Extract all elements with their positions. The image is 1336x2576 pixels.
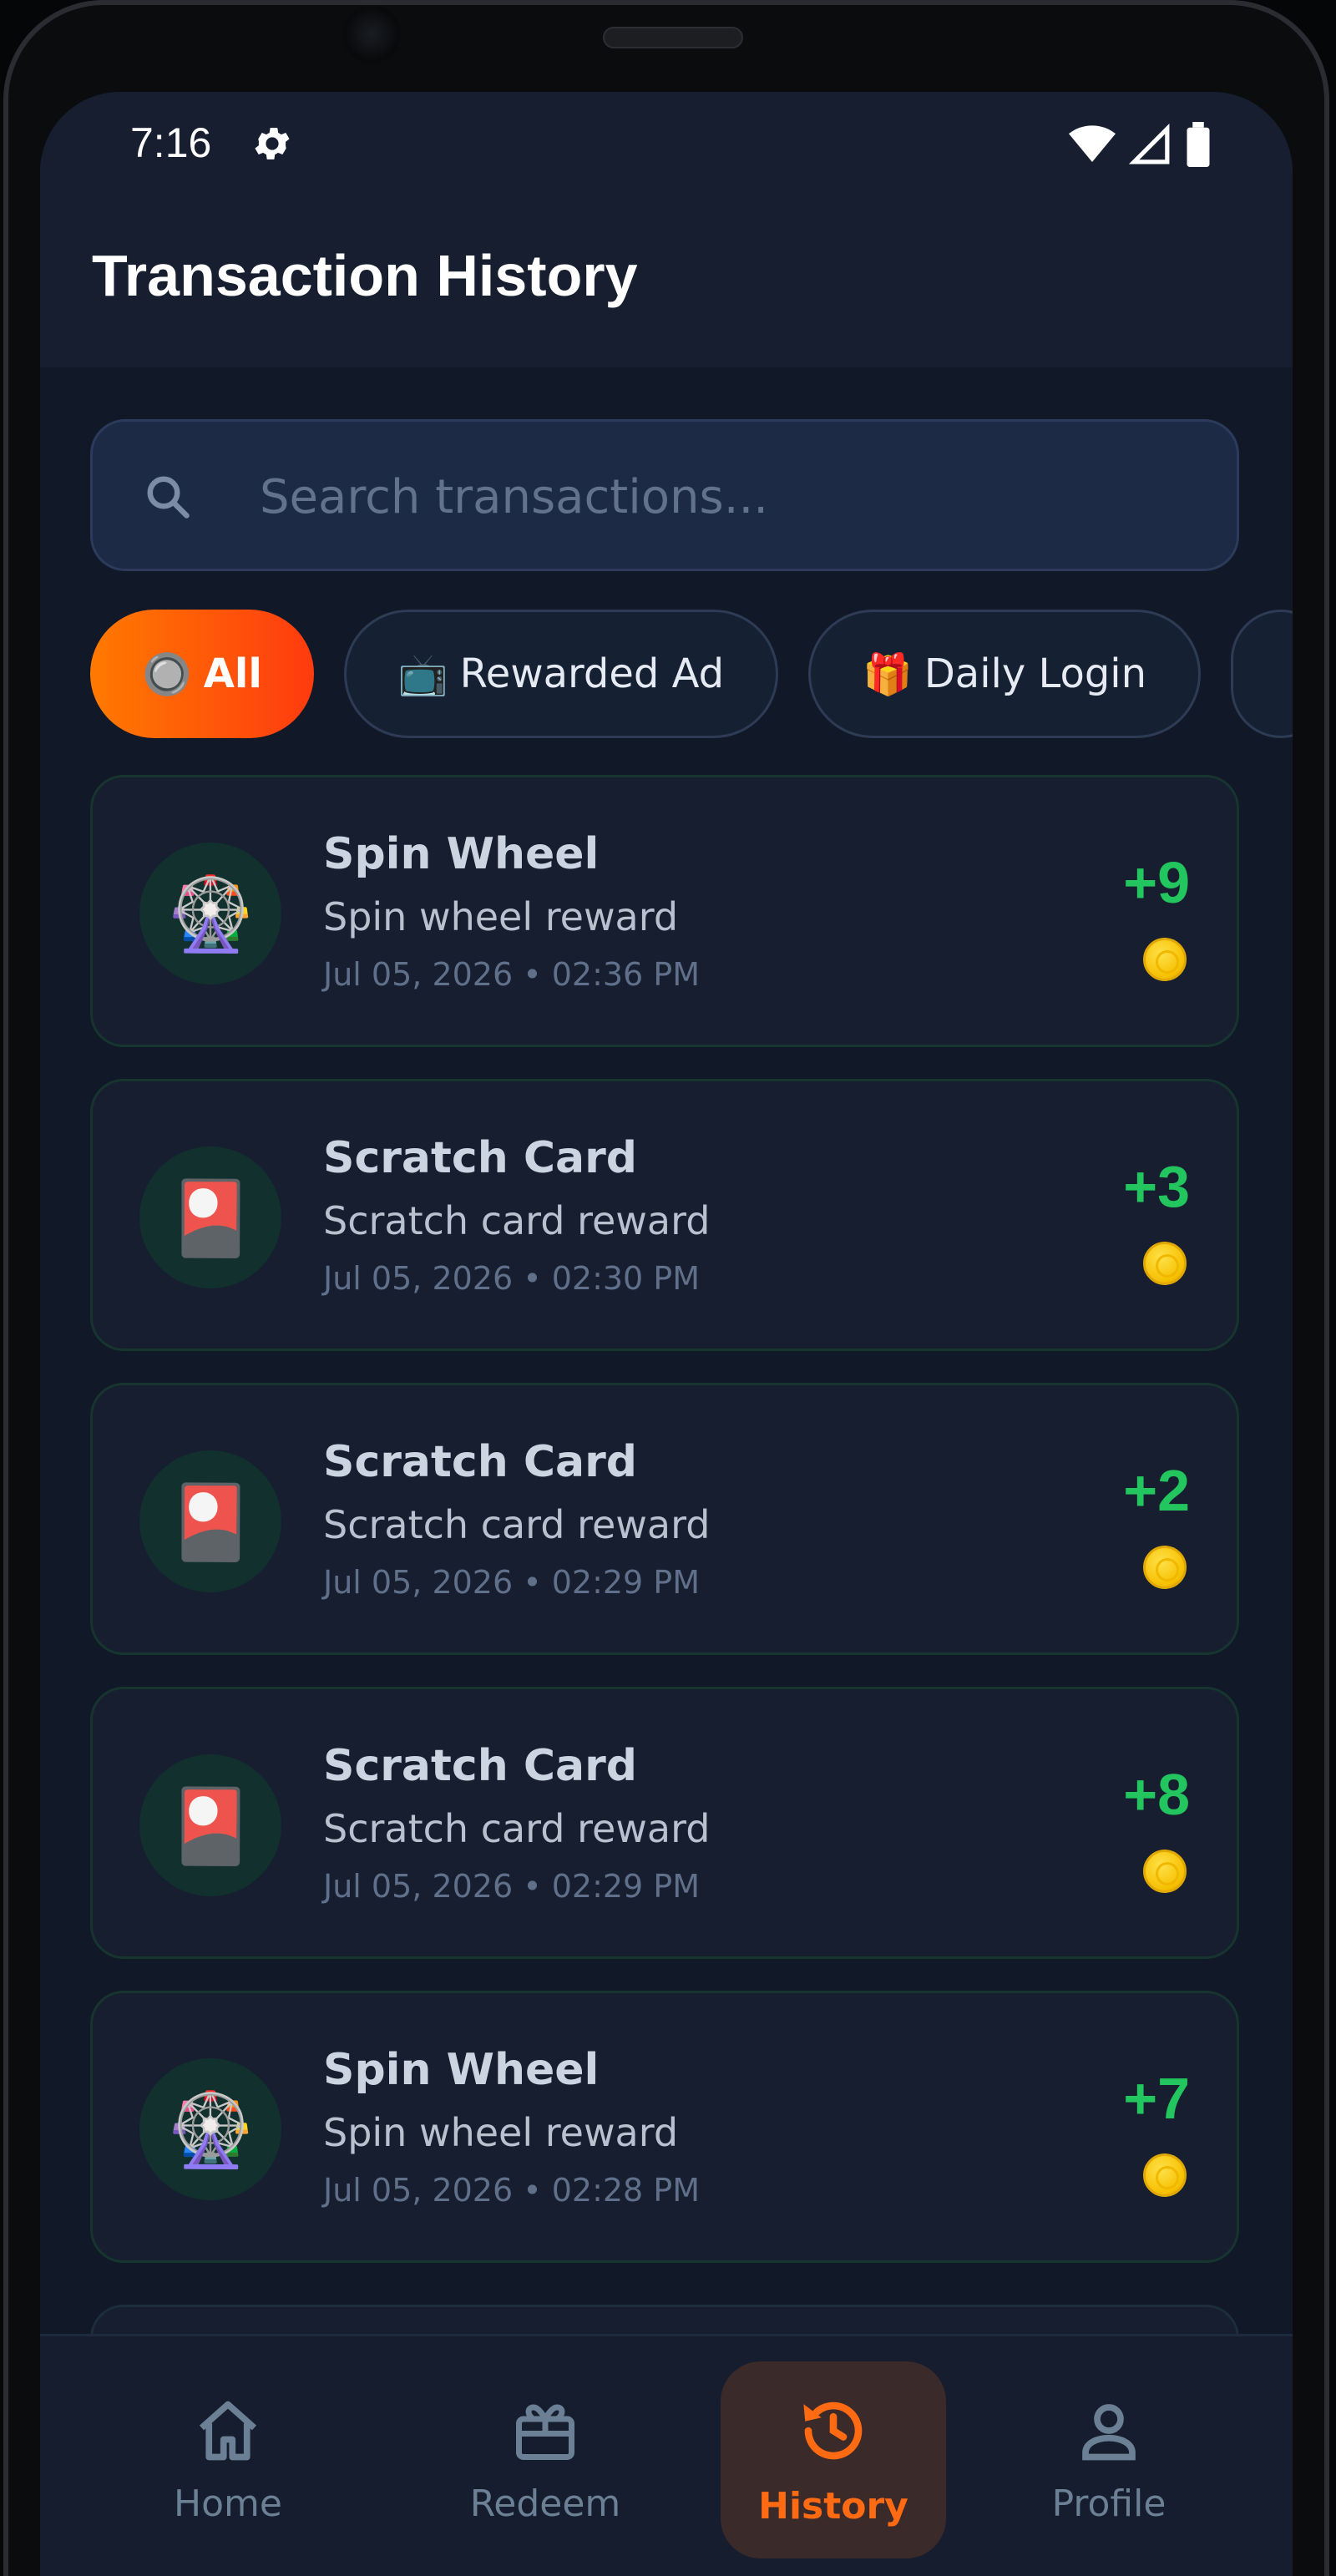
status-time: 7:16 <box>130 119 212 166</box>
nav-item-history[interactable]: History <box>721 2361 946 2558</box>
transaction-description: Spin wheel reward <box>323 2110 679 2155</box>
settings-gear-icon <box>255 128 290 159</box>
transaction-description: Scratch card reward <box>323 1198 711 1243</box>
coin-icon <box>1143 1850 1187 1893</box>
transaction-card[interactable]: 🎡 Spin Wheel Spin wheel reward Jul 05, 2… <box>90 775 1239 1047</box>
filter-chip-all[interactable]: 🔘 All <box>90 610 314 738</box>
page-title: Transaction History <box>92 243 638 308</box>
home-icon <box>199 2401 257 2460</box>
transaction-date: Jul 05, 2026 • 02:28 PM <box>323 2172 701 2209</box>
nav-label: Profile <box>1051 2482 1166 2525</box>
status-icons <box>1069 122 1212 167</box>
search-icon <box>147 476 190 519</box>
transaction-amount: +2 <box>1123 1458 1190 1523</box>
scratch-card-icon: 🎴 <box>139 1754 281 1896</box>
transaction-amount: +7 <box>1123 2066 1190 2131</box>
transaction-title: Scratch Card <box>323 1741 637 1791</box>
nav-item-home[interactable]: Home <box>115 2361 341 2558</box>
nav-item-redeem[interactable]: Redeem <box>433 2361 658 2558</box>
transaction-card[interactable]: 🎴 Scratch Card Scratch card reward Jul 0… <box>90 1383 1239 1655</box>
transaction-description: Spin wheel reward <box>323 894 679 939</box>
transaction-date: Jul 05, 2026 • 02:36 PM <box>323 956 701 993</box>
bottom-navigation: Home Redeem History Profile <box>40 2334 1293 2576</box>
transaction-card[interactable]: 🎴 Scratch Card Scratch card reward Jul 0… <box>90 1687 1239 1959</box>
nav-label: Redeem <box>469 2482 621 2525</box>
coin-icon <box>1143 2153 1187 2197</box>
earpiece-speaker <box>603 27 743 48</box>
transaction-title: Spin Wheel <box>323 829 600 879</box>
device-frame: 7:16 Transaction History Search transact… <box>0 0 1336 2576</box>
transaction-amount: +8 <box>1123 1762 1190 1827</box>
filter-chip-label: Rewarded Ad <box>459 650 725 697</box>
transaction-card[interactable]: 🎴 Scratch Card Scratch card reward Jul 0… <box>90 1079 1239 1351</box>
ferris-wheel-icon: 🎡 <box>139 843 281 984</box>
search-field[interactable] <box>90 419 1239 571</box>
transaction-date: Jul 05, 2026 • 02:29 PM <box>323 1868 701 1905</box>
cellular-signal-icon <box>1129 124 1170 164</box>
front-camera <box>342 5 401 63</box>
radio-button-icon: 🔘 <box>142 650 192 698</box>
television-icon: 📺 <box>397 650 448 698</box>
transaction-description: Scratch card reward <box>323 1806 711 1851</box>
coin-icon <box>1143 1546 1187 1589</box>
filter-chips: 🔘 All 📺 Rewarded Ad 🎁 Daily Login <box>90 610 1293 740</box>
nav-label: Home <box>174 2482 282 2525</box>
transaction-amount: +3 <box>1123 1154 1190 1219</box>
transaction-card[interactable]: 🎡 Spin Wheel Spin wheel reward Jul 05, 2… <box>90 1991 1239 2263</box>
filter-chip-daily-login[interactable]: 🎁 Daily Login <box>808 610 1202 738</box>
transaction-date: Jul 05, 2026 • 02:30 PM <box>323 1260 701 1297</box>
coin-icon <box>1143 938 1187 981</box>
scratch-card-icon: 🎴 <box>139 1146 281 1288</box>
battery-icon <box>1187 122 1210 167</box>
transaction-amount: +9 <box>1123 850 1190 915</box>
search-input[interactable] <box>260 455 1178 539</box>
coin-icon <box>1143 1242 1187 1285</box>
transaction-title: Scratch Card <box>323 1133 637 1183</box>
nav-item-profile[interactable]: Profile <box>996 2361 1222 2558</box>
transaction-title: Spin Wheel <box>323 2045 600 2095</box>
filter-chip-label: Daily Login <box>924 650 1147 697</box>
gift-icon <box>516 2403 574 2460</box>
app-screen: 7:16 Transaction History Search transact… <box>40 92 1293 2576</box>
transaction-list: 🎡 Spin Wheel Spin wheel reward Jul 05, 2… <box>90 775 1239 2295</box>
nav-label: History <box>758 2484 908 2528</box>
filter-chip-label: All <box>203 650 262 697</box>
transaction-description: Scratch card reward <box>323 1502 711 1547</box>
transaction-date: Jul 05, 2026 • 02:29 PM <box>323 1564 701 1601</box>
filter-chip-more[interactable] <box>1231 610 1293 738</box>
profile-icon <box>1082 2403 1136 2460</box>
ferris-wheel-icon: 🎡 <box>139 2058 281 2200</box>
app-bar: 7:16 Transaction History <box>40 92 1293 367</box>
transaction-title: Scratch Card <box>323 1437 637 1487</box>
history-icon <box>803 2401 863 2459</box>
scratch-card-icon: 🎴 <box>139 1450 281 1592</box>
filter-chip-rewarded-ad[interactable]: 📺 Rewarded Ad <box>343 610 779 738</box>
gift-icon: 🎁 <box>863 650 913 698</box>
wifi-icon <box>1069 125 1116 162</box>
status-bar: 7:16 <box>40 92 1293 200</box>
